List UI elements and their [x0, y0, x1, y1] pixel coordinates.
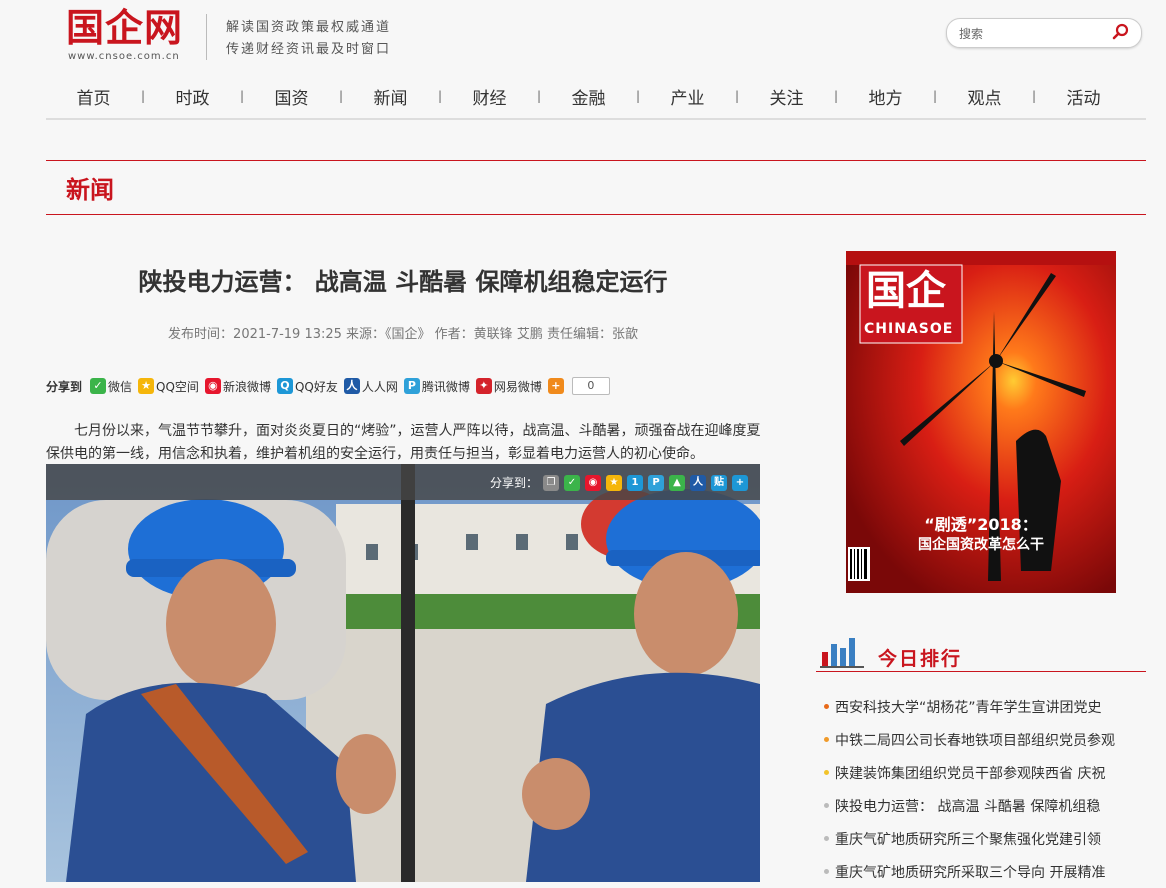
wechat-icon: ✓: [90, 378, 107, 394]
ranking-rule: [816, 671, 1146, 672]
photo-tencent-weibo-icon[interactable]: P: [648, 474, 664, 491]
ranking-item-text: 重庆气矿地质研究所三个聚焦强化党建引领: [835, 831, 1101, 848]
magazine-cover[interactable]: 国企 CHINASOE “剧透”2018： 国企国资改革怎么干: [846, 251, 1116, 593]
ranking-bar-chart-icon: [820, 636, 864, 672]
share-bar: 分享到 ✓ 微信 ★ QQ空间 ◉ 新浪微博 Q QQ好友人人人网 P 腾讯微博 ✦ 网易微博 +0: [46, 376, 610, 396]
slogan-line-1: 解读国资政策最权威通道: [226, 20, 392, 35]
share-more-icon[interactable]: +: [547, 378, 564, 394]
ranking-item[interactable]: 中铁二局四公司长春地铁项目部组织党员参观: [824, 723, 1146, 756]
share-tencent-weibo[interactable]: P 腾讯微博: [403, 378, 470, 395]
netease-weibo-icon: ✦: [475, 378, 492, 394]
search-input[interactable]: [957, 23, 1111, 45]
search-box: [946, 18, 1142, 48]
cover-masthead-en: CHINASOE: [864, 321, 954, 337]
ranking-item-text: 西安科技大学“胡杨花”青年学生宣讲团党史: [835, 699, 1102, 716]
bullet-dot-icon: [824, 869, 829, 874]
nav-underline: [46, 118, 1146, 120]
renren-icon: 人: [343, 378, 360, 394]
share-qzone[interactable]: ★ QQ空间: [138, 378, 199, 395]
section-title: 新闻: [66, 176, 114, 204]
share-item-label: QQ空间: [156, 379, 199, 394]
nav-item-3[interactable]: 新闻: [343, 84, 438, 109]
logo-divider: [206, 14, 207, 60]
ranking-item[interactable]: 陕投电力运营： 战高温 斗酷暑 保障机组稳: [824, 789, 1146, 822]
nav-item-9[interactable]: 观点: [937, 84, 1032, 109]
site-logo[interactable]: 国企网: [66, 6, 183, 50]
qq-icon: Q: [276, 378, 293, 394]
slogan-line-2: 传递财经资讯最及时窗口: [226, 42, 392, 57]
share-label: 分享到: [46, 379, 83, 394]
bullet-dot-icon: [824, 770, 829, 775]
article-meta: 发布时间：2021-7-19 13:25 来源：《国企》 作者：黄联锋 艾鹏 责…: [168, 327, 638, 342]
tencent-weibo-icon: P: [403, 378, 420, 394]
photo-renren-icon[interactable]: 人: [690, 474, 706, 491]
bullet-dot-icon: [824, 836, 829, 841]
photo-douban-icon[interactable]: ▲: [669, 474, 685, 491]
photo-qzone-icon[interactable]: ★: [606, 474, 622, 491]
section-top-rule: [46, 160, 1146, 161]
share-weibo[interactable]: ◉ 新浪微博: [204, 378, 271, 395]
photo-share-bar: 分享到： ❐ ✓ ◉ ★ 1 P ▲ 人贴 +: [46, 464, 760, 500]
share-qq[interactable]: Q QQ好友: [276, 378, 338, 395]
share-renren[interactable]: 人人人网: [343, 378, 398, 395]
photo-qq-icon[interactable]: 1: [627, 474, 643, 491]
share-item-label: 腾讯微博: [421, 379, 470, 394]
ranking-item-text: 重庆气矿地质研究所采取三个导向 开展精准: [835, 864, 1106, 881]
weibo-icon: ◉: [204, 378, 221, 394]
ranking-item[interactable]: 重庆气矿地质研究所三个聚焦强化党建引领: [824, 822, 1146, 855]
share-item-label: 新浪微博: [222, 379, 271, 394]
nav-item-10[interactable]: 活动: [1036, 84, 1131, 109]
photo-weibo-icon[interactable]: ◉: [585, 474, 601, 491]
share-item-label: 微信: [108, 379, 133, 394]
nav-item-8[interactable]: 地方: [838, 84, 933, 109]
share-netease-weibo[interactable]: ✦ 网易微博: [475, 378, 542, 395]
site-url: www.cnsoe.com.cn: [68, 51, 180, 62]
share-wechat[interactable]: ✓ 微信: [90, 378, 132, 395]
nav-item-7[interactable]: 关注: [739, 84, 834, 109]
photo-wechat-icon[interactable]: ✓: [564, 474, 580, 491]
cover-headline-2: 国企国资改革怎么干: [918, 537, 1044, 553]
ranking-list: 西安科技大学“胡杨花”青年学生宣讲团党史 中铁二局四公司长春地铁项目部组织党员参观…: [824, 690, 1146, 888]
nav-item-5[interactable]: 金融: [541, 84, 636, 109]
ranking-item[interactable]: 陕建装饰集团组织党员干部参观陕西省 庆祝: [824, 756, 1146, 789]
nav-item-0[interactable]: 首页: [46, 84, 141, 109]
photo-more-icon[interactable]: +: [732, 474, 748, 491]
ranking-item-text: 陕投电力运营： 战高温 斗酷暑 保障机组稳: [835, 798, 1101, 815]
search-icon[interactable]: [1111, 22, 1131, 46]
nav-item-4[interactable]: 财经: [442, 84, 537, 109]
cover-headline-1: “剧透”2018：: [924, 515, 1038, 534]
photo-share-label: 分享到：: [489, 476, 538, 490]
bullet-dot-icon: [824, 737, 829, 742]
share-count: 0: [571, 377, 610, 395]
cover-masthead: 国企: [866, 267, 946, 314]
share-item-label: 人人网: [361, 379, 398, 394]
main-nav: 首页 | 时政 | 国资 | 新闻 | 财经 | 金融 | 产业 | 关注 | 地方 | 观点 | 活动: [46, 78, 1146, 114]
photo-copy-icon[interactable]: ❐: [543, 474, 559, 491]
nav-item-6[interactable]: 产业: [640, 84, 735, 109]
section-bottom-rule: [46, 214, 1146, 215]
photo-tieba-icon[interactable]: 贴: [711, 474, 727, 491]
ranking-item-text: 中铁二局四公司长春地铁项目部组织党员参观: [835, 732, 1115, 749]
nav-item-2[interactable]: 国资: [244, 84, 339, 109]
ranking-item[interactable]: 重庆气矿地质研究所采取三个导向 开展精准: [824, 855, 1146, 888]
ranking-item-text: 陕建装饰集团组织党员干部参观陕西省 庆祝: [835, 765, 1106, 782]
nav-item-1[interactable]: 时政: [145, 84, 240, 109]
ranking-item[interactable]: 西安科技大学“胡杨花”青年学生宣讲团党史: [824, 690, 1146, 723]
bullet-dot-icon: [824, 704, 829, 709]
share-item-label: 网易微博: [493, 379, 542, 394]
bullet-dot-icon: [824, 803, 829, 808]
qzone-icon: ★: [138, 378, 155, 394]
article-title: 陕投电力运营： 战高温 斗酷暑 保障机组稳定运行: [138, 268, 668, 296]
share-item-label: QQ好友: [294, 379, 338, 394]
article-photo: [46, 464, 760, 882]
article-paragraph: 七月份以来，气温节节攀升，面对炎炎夏日的“烤验”，运营人严阵以待，战高温、斗酷暑…: [46, 423, 761, 462]
ranking-title: 今日排行: [878, 648, 963, 670]
